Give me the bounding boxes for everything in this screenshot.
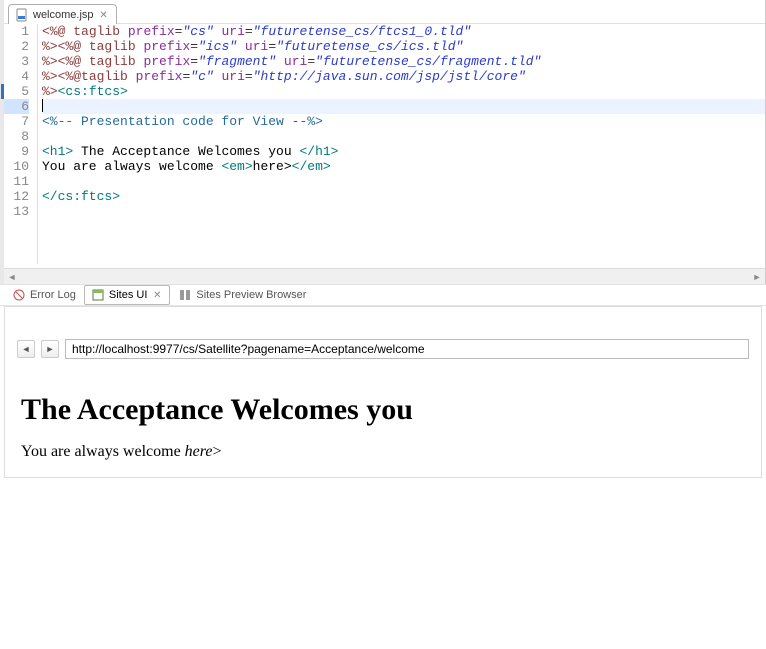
browser-panel: ◄ ► The Acceptance Welcomes you You are …	[4, 306, 762, 478]
close-icon[interactable]: ✕	[98, 9, 110, 21]
preview-content: The Acceptance Welcomes you You are alwa…	[5, 365, 761, 477]
scroll-right-icon[interactable]: ►	[749, 269, 765, 285]
browser-toolbar: ◄ ►	[5, 333, 761, 365]
scroll-left-icon[interactable]: ◄	[4, 269, 20, 285]
tab-sites-preview-label: Sites Preview Browser	[196, 289, 306, 301]
preview-em: here	[185, 443, 213, 460]
nav-back-button[interactable]: ◄	[17, 340, 35, 358]
nav-forward-button[interactable]: ►	[41, 340, 59, 358]
sites-preview-icon	[178, 288, 192, 302]
preview-paragraph: You are always welcome here>	[21, 443, 745, 461]
editor-tabbar: welcome.jsp ✕	[4, 0, 765, 24]
error-log-icon	[12, 288, 26, 302]
code-body[interactable]: <%@ taglib prefix="cs" uri="futuretense_…	[38, 24, 765, 264]
editor-hscroll[interactable]: ◄ ►	[4, 268, 765, 284]
tab-sites-ui[interactable]: Sites UI ✕	[84, 285, 171, 305]
editor-panel: welcome.jsp ✕ 12345678910111213 <%@ tagl…	[0, 0, 766, 284]
preview-heading: The Acceptance Welcomes you	[21, 393, 745, 427]
tab-error-log[interactable]: Error Log	[6, 286, 82, 304]
tab-sites-preview[interactable]: Sites Preview Browser	[172, 286, 312, 304]
views-tabbar: Error Log Sites UI ✕ Sites Preview Brows…	[0, 284, 766, 306]
editor-tab-label: welcome.jsp	[33, 9, 94, 21]
close-icon[interactable]: ✕	[151, 289, 163, 301]
line-gutter: 12345678910111213	[4, 24, 38, 264]
editor-tab-welcome[interactable]: welcome.jsp ✕	[8, 4, 117, 24]
jsp-file-icon	[15, 8, 29, 22]
tab-error-log-label: Error Log	[30, 289, 76, 301]
sites-ui-icon	[91, 288, 105, 302]
url-input[interactable]	[65, 339, 749, 359]
tab-sites-ui-label: Sites UI	[109, 289, 148, 301]
code-editor[interactable]: 12345678910111213 <%@ taglib prefix="cs"…	[4, 24, 765, 264]
